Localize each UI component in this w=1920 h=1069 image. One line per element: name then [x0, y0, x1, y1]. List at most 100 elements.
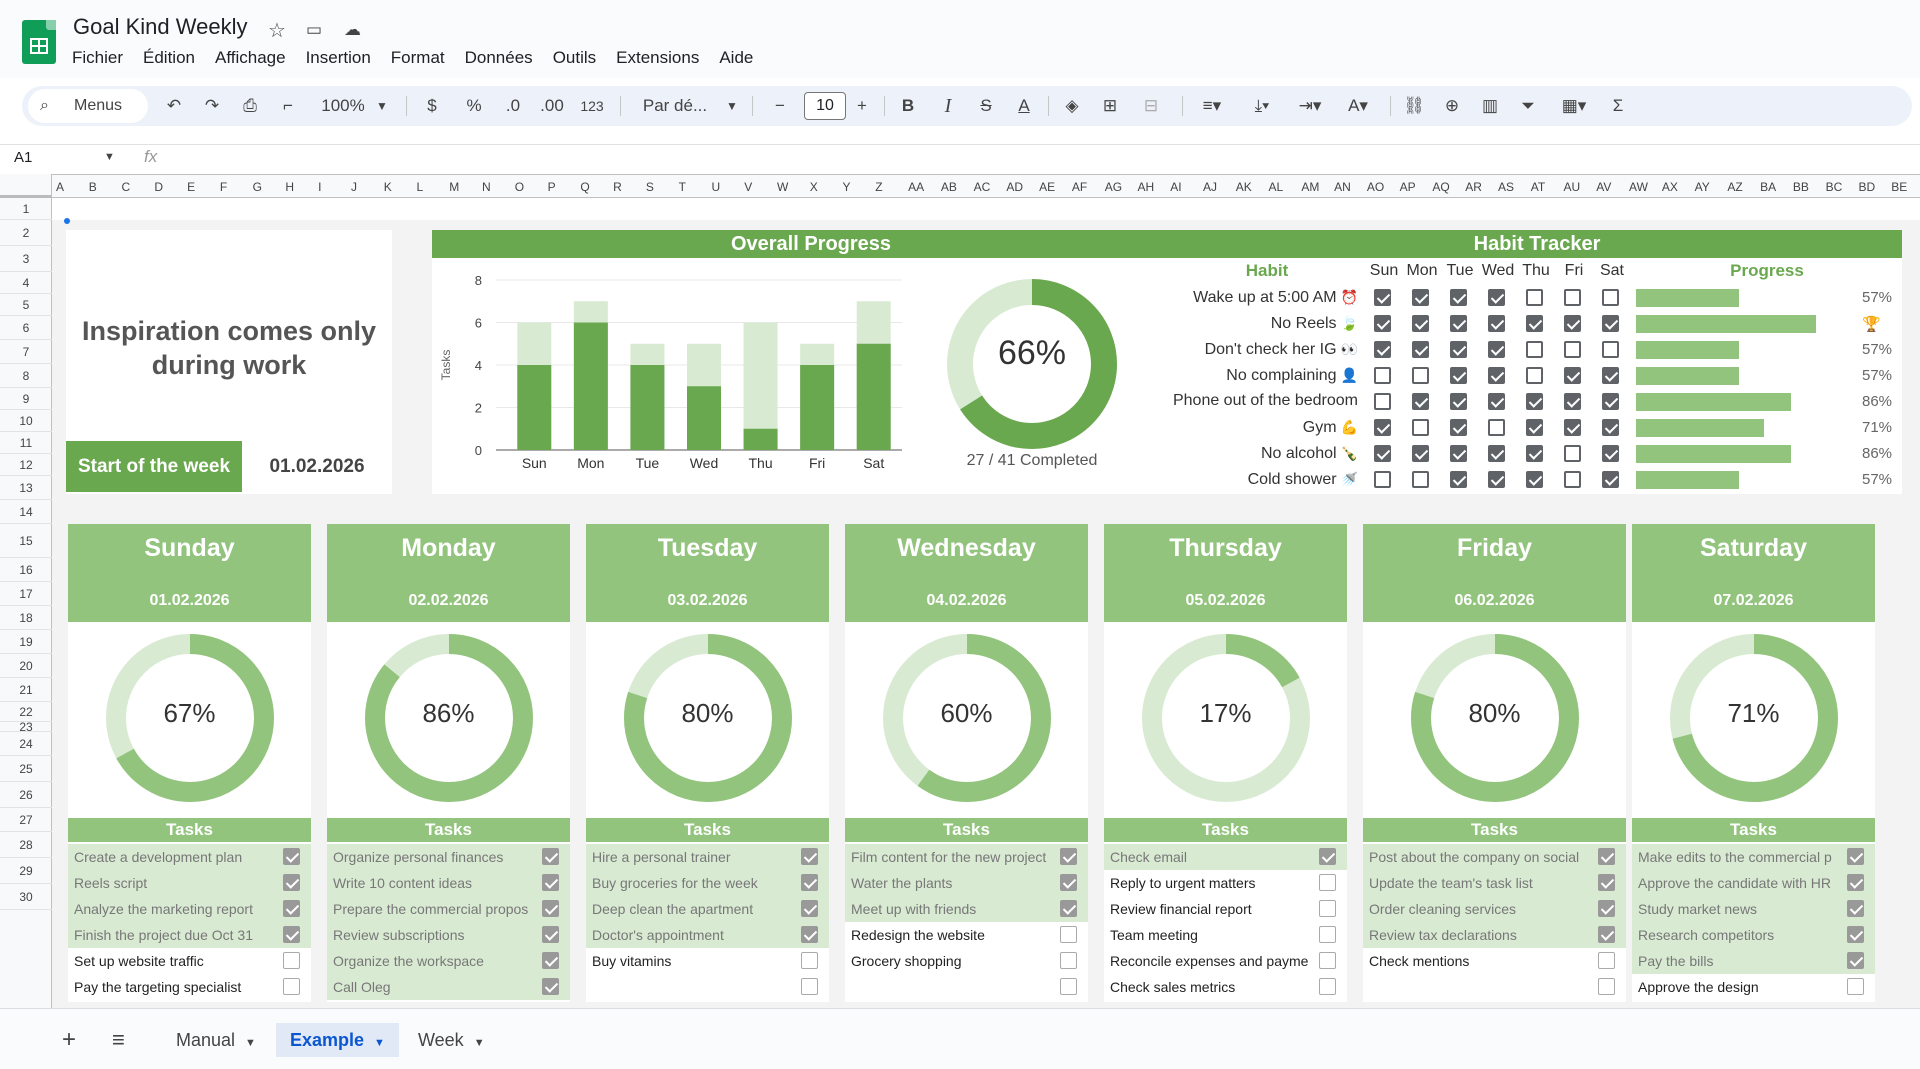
zoom-chevron-icon[interactable]: ▼: [372, 86, 392, 126]
task-checkbox[interactable]: [283, 900, 300, 917]
font-chevron-icon[interactable]: ▼: [724, 86, 740, 126]
habit-checkbox[interactable]: [1412, 315, 1429, 332]
decrease-decimal-button[interactable]: .0: [496, 86, 530, 126]
row-header[interactable]: 7: [0, 340, 52, 364]
task-checkbox[interactable]: [1060, 978, 1077, 995]
column-header[interactable]: AM: [1301, 180, 1319, 194]
task-checkbox[interactable]: [1847, 978, 1864, 995]
sheet-tab-chevron-icon[interactable]: ▼: [474, 1037, 485, 1049]
habit-checkbox[interactable]: [1526, 367, 1543, 384]
sheet-tab-manual[interactable]: Manual ▼: [162, 1023, 270, 1057]
habit-checkbox[interactable]: [1450, 471, 1467, 488]
column-header[interactable]: AL: [1269, 180, 1284, 194]
column-header[interactable]: F: [220, 180, 227, 194]
column-header[interactable]: X: [810, 180, 818, 194]
habit-checkbox[interactable]: [1374, 445, 1391, 462]
task-checkbox[interactable]: [283, 978, 300, 995]
row-header[interactable]: 9: [0, 388, 52, 410]
task-checkbox[interactable]: [1847, 874, 1864, 891]
column-header[interactable]: S: [646, 180, 654, 194]
row-header[interactable]: 5: [0, 294, 52, 316]
habit-checkbox[interactable]: [1564, 315, 1581, 332]
italic-icon[interactable]: I: [936, 86, 960, 126]
row-header[interactable]: 30: [0, 884, 52, 910]
task-checkbox[interactable]: [1319, 848, 1336, 865]
column-header[interactable]: Q: [580, 180, 589, 194]
column-header[interactable]: M: [449, 180, 459, 194]
habit-checkbox[interactable]: [1412, 289, 1429, 306]
task-checkbox[interactable]: [801, 978, 818, 995]
number-format-button[interactable]: 123: [574, 86, 610, 126]
sheets-logo-icon[interactable]: [22, 20, 56, 64]
column-header[interactable]: AT: [1531, 180, 1545, 194]
insert-comment-icon[interactable]: ⊕: [1440, 86, 1464, 126]
task-checkbox[interactable]: [1847, 926, 1864, 943]
sheet-tab-chevron-icon[interactable]: ▼: [245, 1037, 256, 1049]
habit-checkbox[interactable]: [1450, 341, 1467, 358]
habit-checkbox[interactable]: [1602, 315, 1619, 332]
task-checkbox[interactable]: [1319, 874, 1336, 891]
row-header[interactable]: 26: [0, 782, 52, 808]
text-rotation-icon[interactable]: A▾: [1338, 86, 1378, 126]
move-folder-icon[interactable]: ▭: [306, 20, 322, 40]
column-header[interactable]: K: [384, 180, 392, 194]
habit-checkbox[interactable]: [1450, 419, 1467, 436]
column-header[interactable]: BC: [1826, 180, 1843, 194]
filter-views-icon[interactable]: ▦▾: [1552, 86, 1596, 126]
habit-checkbox[interactable]: [1412, 419, 1429, 436]
habit-checkbox[interactable]: [1374, 289, 1391, 306]
column-header[interactable]: C: [122, 180, 131, 194]
column-header[interactable]: T: [679, 180, 686, 194]
habit-checkbox[interactable]: [1488, 393, 1505, 410]
habit-checkbox[interactable]: [1450, 367, 1467, 384]
habit-checkbox[interactable]: [1374, 341, 1391, 358]
row-header[interactable]: 18: [0, 606, 52, 630]
column-header[interactable]: AW: [1629, 180, 1648, 194]
menu-format[interactable]: Format: [381, 46, 455, 70]
column-header[interactable]: AI: [1170, 180, 1181, 194]
row-header[interactable]: 25: [0, 756, 52, 782]
row-header[interactable]: 3: [0, 246, 52, 272]
habit-checkbox[interactable]: [1488, 315, 1505, 332]
menu-edition[interactable]: Édition: [133, 46, 205, 70]
column-header[interactable]: N: [482, 180, 491, 194]
all-sheets-icon[interactable]: ≡: [112, 1023, 125, 1057]
decrease-font-size-icon[interactable]: −: [768, 86, 792, 126]
sheet-tab-example[interactable]: Example ▼: [276, 1023, 399, 1057]
task-checkbox[interactable]: [801, 926, 818, 943]
column-header[interactable]: U: [711, 180, 720, 194]
task-checkbox[interactable]: [1319, 926, 1336, 943]
print-icon[interactable]: ⎙: [238, 86, 262, 126]
zoom-select[interactable]: 100%: [318, 86, 368, 126]
habit-checkbox[interactable]: [1374, 393, 1391, 410]
row-header[interactable]: 11: [0, 432, 52, 454]
habit-checkbox[interactable]: [1526, 393, 1543, 410]
habit-checkbox[interactable]: [1374, 315, 1391, 332]
habit-checkbox[interactable]: [1526, 341, 1543, 358]
menu-aide[interactable]: Aide: [709, 46, 763, 70]
task-checkbox[interactable]: [1060, 900, 1077, 917]
start-of-week-date[interactable]: 01.02.2026: [242, 441, 392, 492]
column-header[interactable]: AO: [1367, 180, 1384, 194]
task-checkbox[interactable]: [1319, 952, 1336, 969]
menu-fichier[interactable]: Fichier: [62, 46, 133, 70]
row-header[interactable]: 13: [0, 476, 52, 500]
column-header[interactable]: AQ: [1432, 180, 1449, 194]
font-size-input[interactable]: 10: [804, 92, 846, 120]
row-header[interactable]: 29: [0, 858, 52, 884]
column-header[interactable]: AU: [1564, 180, 1581, 194]
column-header[interactable]: AE: [1039, 180, 1055, 194]
task-checkbox[interactable]: [1598, 952, 1615, 969]
merge-cells-icon[interactable]: ⊟: [1136, 86, 1166, 126]
add-sheet-icon[interactable]: +: [62, 1023, 76, 1057]
habit-checkbox[interactable]: [1602, 367, 1619, 384]
column-header[interactable]: AS: [1498, 180, 1514, 194]
row-header[interactable]: 16: [0, 558, 52, 582]
sheet-tab-chevron-icon[interactable]: ▼: [374, 1037, 385, 1049]
row-header[interactable]: 17: [0, 582, 52, 606]
column-header[interactable]: E: [187, 180, 195, 194]
habit-checkbox[interactable]: [1526, 419, 1543, 436]
column-header[interactable]: AA: [908, 180, 924, 194]
habit-checkbox[interactable]: [1526, 471, 1543, 488]
column-header[interactable]: AY: [1695, 180, 1710, 194]
